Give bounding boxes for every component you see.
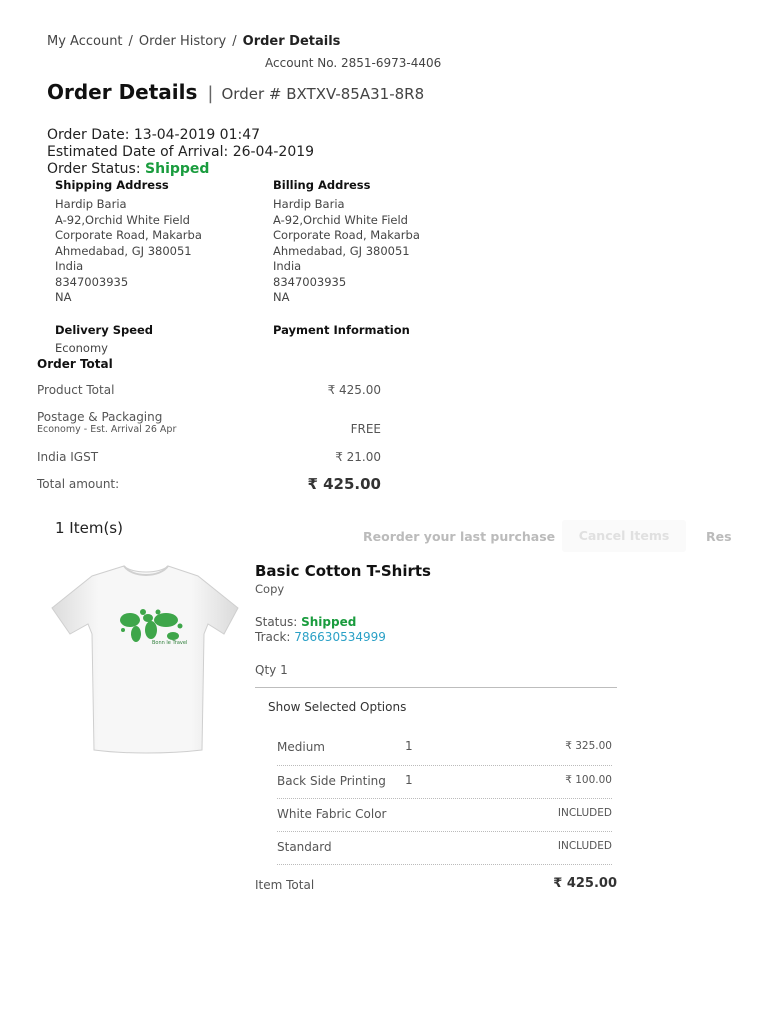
option-qty: 1 <box>405 739 413 753</box>
item-total-label: Item Total <box>255 878 315 892</box>
address-line: Ahmedabad, GJ 380051 <box>55 243 192 258</box>
option-name: Standard <box>277 840 332 854</box>
eta-value: 26-04-2019 <box>232 144 315 160</box>
order-status-value: Shipped <box>145 161 210 177</box>
item-status-label: Status: <box>255 615 302 629</box>
option-qty: 1 <box>405 773 413 787</box>
igst-value: ₹ 21.00 <box>335 450 381 464</box>
address-line: Ahmedabad, GJ 380051 <box>273 243 410 258</box>
product-total-value: ₹ 425.00 <box>327 383 381 397</box>
option-price: ₹ 100.00 <box>565 774 612 786</box>
product-title[interactable]: Basic Cotton T-Shirts <box>255 562 431 580</box>
address-line: Hardip Baria <box>273 197 345 211</box>
reorder-button[interactable]: Reorder your last purchase <box>363 529 555 544</box>
option-row: Standard INCLUDED <box>277 832 612 865</box>
breadcrumb-order-history[interactable]: Order History <box>139 34 226 49</box>
shipping-address-heading: Shipping Address <box>55 178 169 192</box>
billing-address-heading: Billing Address <box>273 178 371 192</box>
breadcrumb-separator: / <box>232 34 237 49</box>
order-date-value: 13-04-2019 01:47 <box>133 127 261 143</box>
postage-subtext: Economy - Est. Arrival 26 Apr <box>37 424 177 435</box>
delivery-speed-heading: Delivery Speed <box>55 323 154 337</box>
total-amount-label: Total amount: <box>37 477 120 491</box>
order-status-label: Order Status: <box>47 161 146 177</box>
address-line: India <box>273 259 302 273</box>
address-line: India <box>55 259 84 273</box>
res-button[interactable]: Res <box>706 529 733 544</box>
address-line: Corporate Road, Makarba <box>273 228 420 242</box>
order-date: Order Date: 13-04-2019 01:47 <box>47 127 260 143</box>
address-line: 8347003935 <box>55 274 129 289</box>
breadcrumb-current: Order Details <box>242 34 341 49</box>
address-line: NA <box>55 290 72 304</box>
option-price: INCLUDED <box>557 807 612 819</box>
option-row: Medium 1 ₹ 325.00 <box>277 733 612 766</box>
option-row: White Fabric Color INCLUDED <box>277 799 612 832</box>
total-amount-value: ₹ 425.00 <box>307 475 381 493</box>
items-count: 1 Item(s) <box>55 519 123 537</box>
divider <box>255 687 617 688</box>
address-line: Corporate Road, Makarba <box>55 228 202 242</box>
tracking-number-link[interactable]: 786630534999 <box>294 630 386 644</box>
item-status-value: Shipped <box>301 615 357 629</box>
breadcrumb-my-account[interactable]: My Account <box>47 34 123 49</box>
order-number: Order # BXTXV-85A31-8R8 <box>221 85 425 103</box>
breadcrumb-separator: / <box>128 34 133 49</box>
estimated-arrival: Estimated Date of Arrival: 26-04-2019 <box>47 144 314 160</box>
product-copy: Copy <box>255 582 285 596</box>
product-total-label: Product Total <box>37 383 115 397</box>
option-price: ₹ 325.00 <box>565 740 612 752</box>
address-line: A-92,Orchid White Field <box>55 212 190 227</box>
product-image: Bonn le Travel <box>48 560 244 756</box>
postage-label: Postage & Packaging <box>37 410 163 424</box>
show-selected-options-toggle[interactable]: Show Selected Options <box>268 700 406 714</box>
option-name: Back Side Printing <box>277 774 386 788</box>
order-status: Order Status: Shipped <box>47 161 209 177</box>
order-date-label: Order Date: <box>47 127 134 143</box>
option-price: INCLUDED <box>557 840 612 852</box>
track-label: Track: <box>255 630 295 644</box>
item-status: Status: Shipped <box>255 615 356 629</box>
page-title: Order Details <box>47 80 198 104</box>
breadcrumb: My Account / Order History / Order Details <box>47 34 340 49</box>
item-quantity: Qty 1 <box>255 663 288 677</box>
title-separator: | <box>207 83 214 104</box>
option-row: Back Side Printing 1 ₹ 100.00 <box>277 766 612 799</box>
address-line: A-92,Orchid White Field <box>273 212 408 227</box>
item-total-value: ₹ 425.00 <box>553 876 617 891</box>
address-line: Hardip Baria <box>55 197 127 211</box>
print-caption: Bonn le Travel <box>152 640 187 646</box>
igst-label: India IGST <box>37 450 99 464</box>
tshirt-image: Bonn le Travel <box>51 565 239 754</box>
shipping-address: Shipping Address Hardip Baria A-92,Orchi… <box>55 178 202 306</box>
page-header: Order Details | Order # BXTXV-85A31-8R8 <box>47 80 424 104</box>
eta-label: Estimated Date of Arrival: <box>47 144 233 160</box>
payment-info-heading: Payment Information <box>273 323 410 337</box>
account-number: Account No. 2851-6973-4406 <box>265 56 442 70</box>
postage-value: FREE <box>350 422 381 436</box>
delivery-speed-value: Economy <box>55 341 108 355</box>
item-tracking: Track: 786630534999 <box>255 630 386 644</box>
cancel-items-button[interactable]: Cancel Items <box>562 520 686 552</box>
option-name: Medium <box>277 740 325 754</box>
address-line: NA <box>273 290 290 304</box>
option-name: White Fabric Color <box>277 807 387 821</box>
billing-address: Billing Address Hardip Baria A-92,Orchid… <box>273 178 420 306</box>
order-total-heading: Order Total <box>37 357 113 371</box>
address-line: 8347003935 <box>273 274 347 289</box>
row-divider <box>277 864 612 865</box>
